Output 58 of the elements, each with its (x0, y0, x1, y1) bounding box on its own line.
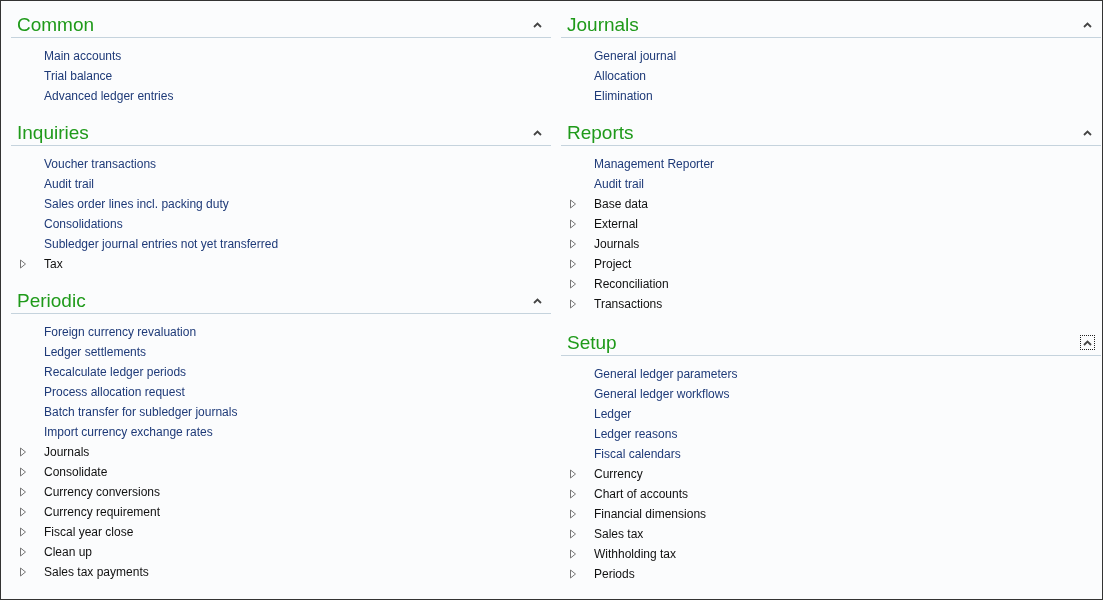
section-title: Periodic (17, 289, 86, 313)
section-title: Journals (567, 13, 639, 37)
menu-folder[interactable]: Journals (594, 235, 640, 253)
menu-folder[interactable]: Financial dimensions (594, 505, 707, 523)
menu-link[interactable]: Allocation (594, 67, 647, 85)
section-title: Setup (567, 331, 617, 355)
menu-folder[interactable]: Consolidate (44, 463, 108, 481)
menu-link[interactable]: Process allocation request (44, 383, 185, 401)
menu-folder[interactable]: Periods (594, 565, 635, 583)
menu-link[interactable]: General ledger parameters (594, 365, 738, 383)
menu-link[interactable]: Ledger settlements (44, 343, 147, 361)
menu-folder[interactable]: Project (594, 255, 632, 273)
menu-link[interactable]: Sales order lines incl. packing duty (44, 195, 229, 213)
menu-link[interactable]: Voucher transactions (44, 155, 157, 173)
menu-link[interactable]: Audit trail (594, 175, 645, 193)
menu-folder[interactable]: Currency requirement (44, 503, 161, 521)
chevron-up-icon (533, 129, 542, 136)
menu-folder[interactable]: Currency (594, 465, 643, 483)
menu-link[interactable]: Consolidations (44, 215, 123, 233)
menu-link[interactable]: Management Reporter (594, 155, 715, 173)
menu-link[interactable]: Batch transfer for subledger journals (44, 403, 238, 421)
menu-link[interactable]: Trial balance (44, 67, 113, 85)
menu-folder[interactable]: Base data (594, 195, 649, 213)
menu-link[interactable]: Main accounts (44, 47, 122, 65)
menu-folder[interactable]: Fiscal year close (44, 523, 134, 541)
menu-folder[interactable]: External (594, 215, 639, 233)
chevron-up-icon (533, 21, 542, 28)
chevron-up-icon (1083, 339, 1092, 346)
menu-folder[interactable]: Reconciliation (594, 275, 669, 293)
expand-arrow-icon[interactable] (19, 259, 27, 269)
menu-folder[interactable]: Sales tax (594, 525, 644, 543)
menu-link[interactable]: Ledger reasons (594, 425, 678, 443)
menu-folder[interactable]: Transactions (594, 295, 663, 313)
chevron-up-icon (1083, 129, 1092, 136)
menu-link[interactable]: Import currency exchange rates (44, 423, 213, 441)
chevron-up-icon (533, 297, 542, 304)
collapse-button[interactable] (1080, 335, 1095, 350)
menu-folder[interactable]: Tax (44, 255, 63, 273)
menu-link[interactable]: Audit trail (44, 175, 95, 193)
menu-folder[interactable]: Clean up (44, 543, 93, 561)
menu-link[interactable]: Subledger journal entries not yet transferred (44, 235, 279, 253)
menu-link[interactable]: Recalculate ledger periods (44, 363, 187, 381)
menu-link[interactable]: General journal (594, 47, 677, 65)
menu-link[interactable]: Advanced ledger entries (44, 87, 174, 105)
section-title: Common (17, 13, 95, 37)
menu-link[interactable]: Fiscal calendars (594, 445, 681, 463)
section-title: Reports (567, 121, 634, 145)
menu-folder[interactable]: Sales tax payments (44, 563, 149, 581)
menu-folder[interactable]: Journals (44, 443, 90, 461)
chevron-up-icon (1083, 21, 1092, 28)
menu-link[interactable]: Elimination (594, 87, 653, 105)
menu-folder[interactable]: Withholding tax (594, 545, 677, 563)
menu-link[interactable]: Ledger (594, 405, 632, 423)
menu-link[interactable]: Foreign currency revaluation (44, 323, 197, 341)
menu-folder[interactable]: Chart of accounts (594, 485, 689, 503)
menu-link[interactable]: General ledger workflows (594, 385, 730, 403)
section-title: Inquiries (17, 121, 89, 145)
menu-folder[interactable]: Currency conversions (44, 483, 161, 501)
